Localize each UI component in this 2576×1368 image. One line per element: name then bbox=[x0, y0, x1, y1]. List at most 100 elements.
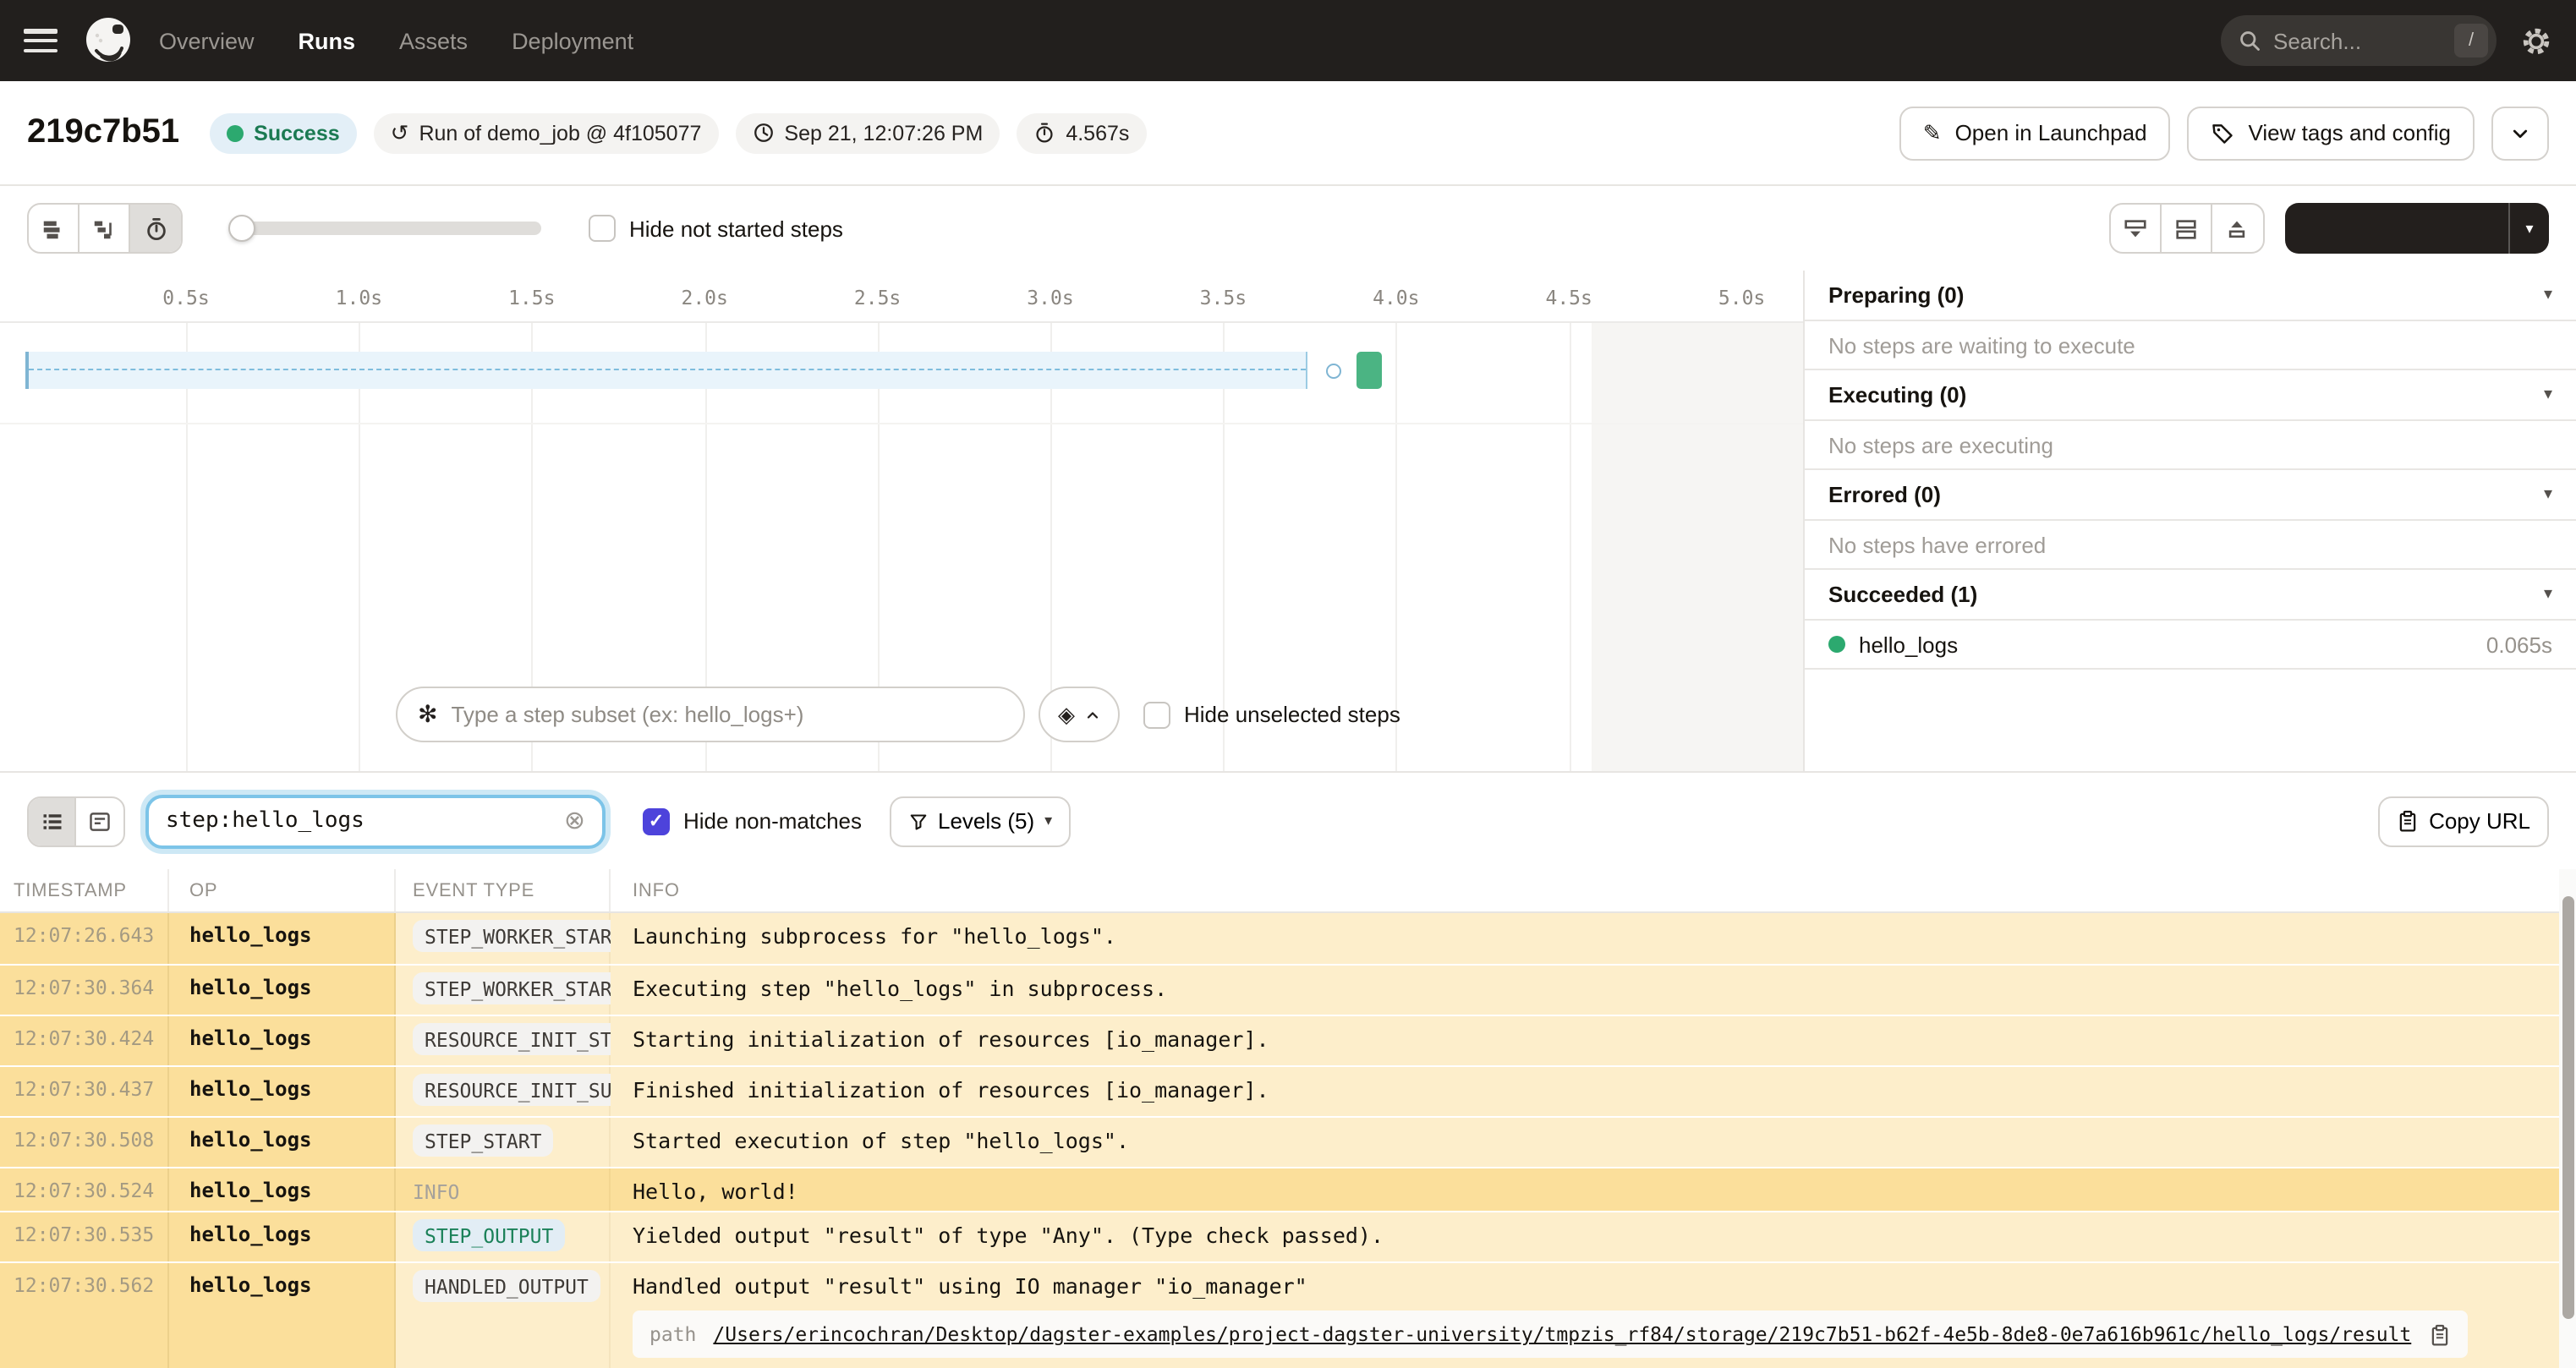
reexecute-dropdown-button[interactable]: ▾ bbox=[2508, 203, 2549, 254]
panel-step-row-hello_logs[interactable]: hello_logs 0.065s bbox=[1805, 621, 2576, 670]
dock-bottom-button[interactable] bbox=[2110, 205, 2162, 252]
dock-top-button[interactable] bbox=[2212, 205, 2262, 252]
step-subset-input[interactable] bbox=[451, 702, 1003, 727]
gantt-toolbar: Hide not started steps Re-exe bbox=[0, 186, 2576, 271]
log-rows: 12:07:26.643 hello_logs STEP_WORKER_STAR… bbox=[0, 913, 2576, 1368]
log-message: Yielded output "result" of type "Any". (… bbox=[633, 1223, 1384, 1248]
hide-non-matches-row[interactable]: ✓ Hide non-matches bbox=[643, 807, 862, 834]
gantt-step-bar-hello-logs[interactable] bbox=[1357, 352, 1382, 389]
reexecute-split-button: Re-execute all (*) ▾ bbox=[2284, 203, 2549, 254]
column-header-event-type[interactable]: EVENT TYPE bbox=[396, 869, 611, 911]
log-row[interactable]: 12:07:30.437 hello_logs RESOURCE_INIT_SU… bbox=[0, 1065, 2576, 1116]
panel-section-header-2[interactable]: Errored (0) ▾ bbox=[1805, 470, 2576, 521]
hamburger-menu-icon[interactable] bbox=[24, 29, 58, 52]
run-of-job-tag[interactable]: ↺ Run of demo_job @ 4f105077 bbox=[373, 112, 719, 153]
copy-path-icon[interactable] bbox=[2428, 1323, 2450, 1345]
view-tags-config-button[interactable]: View tags and config bbox=[2187, 106, 2475, 160]
axis-tick-label: 3.5s bbox=[1199, 286, 1247, 309]
clock-icon bbox=[754, 123, 773, 142]
reexecute-all-button[interactable]: Re-execute all (*) bbox=[2284, 203, 2508, 254]
event-type-badge: HANDLED_OUTPUT bbox=[413, 1270, 600, 1302]
view-mode-flat-button[interactable] bbox=[29, 205, 79, 252]
split-view-icon bbox=[2175, 219, 2195, 238]
run-header: 219c7b51 Success ↺ Run of demo_job @ 4f1… bbox=[0, 81, 2576, 186]
hide-not-started-checkbox-row[interactable]: Hide not started steps bbox=[589, 215, 843, 242]
log-row[interactable]: 12:07:30.424 hello_logs RESOURCE_INIT_ST… bbox=[0, 1015, 2576, 1065]
log-op: hello_logs bbox=[169, 913, 396, 964]
gantt-zoom-slider[interactable] bbox=[228, 215, 541, 242]
hide-unselected-checkbox-row[interactable]: Hide unselected steps bbox=[1143, 701, 1400, 728]
log-event-type: STEP_OUTPUT bbox=[396, 1212, 611, 1261]
log-event-type: HANDLED_OUTPUT bbox=[396, 1263, 611, 1368]
stopwatch-icon bbox=[146, 216, 165, 240]
collapse-caret-icon[interactable]: ▾ bbox=[2544, 286, 2552, 304]
log-op: hello_logs bbox=[169, 1212, 396, 1261]
structured-log-icon bbox=[90, 812, 110, 830]
copy-url-button[interactable]: Copy URL bbox=[2378, 796, 2549, 846]
log-row[interactable]: 12:07:30.508 hello_logs STEP_START Start… bbox=[0, 1116, 2576, 1167]
log-filter-input[interactable] bbox=[166, 808, 554, 834]
history-icon: ↺ bbox=[390, 119, 409, 145]
column-header-op[interactable]: OP bbox=[169, 869, 396, 911]
clear-filter-icon[interactable]: ⊗ bbox=[564, 808, 585, 834]
panel-section-header-3[interactable]: Succeeded (1) ▾ bbox=[1805, 570, 2576, 621]
log-row[interactable]: 12:07:30.364 hello_logs STEP_WORKER_STAR… bbox=[0, 964, 2576, 1015]
dock-bottom-icon bbox=[2124, 219, 2146, 237]
global-search-input[interactable]: Search... / bbox=[2221, 15, 2497, 66]
filter-funnel-icon bbox=[909, 813, 926, 829]
settings-button[interactable] bbox=[2520, 25, 2552, 57]
log-row[interactable]: 12:07:30.535 hello_logs STEP_OUTPUT Yiel… bbox=[0, 1211, 2576, 1261]
gear-icon bbox=[2523, 27, 2550, 54]
slider-track[interactable] bbox=[230, 222, 541, 235]
top-nav: Overview Runs Assets Deployment Search..… bbox=[0, 0, 2576, 81]
gantt-plot-area: ✻ ◈ Hide unselected steps bbox=[0, 323, 1803, 771]
chevron-down-icon: ▾ bbox=[1044, 812, 1053, 829]
nav-item-deployment[interactable]: Deployment bbox=[512, 28, 633, 53]
view-mode-waterfall-button[interactable] bbox=[79, 205, 130, 252]
eject-icon bbox=[2228, 220, 2245, 238]
view-mode-timed-button[interactable] bbox=[130, 205, 181, 252]
hide-not-started-checkbox[interactable] bbox=[589, 215, 616, 242]
gantt-view-mode-group bbox=[27, 203, 183, 254]
collapse-caret-icon[interactable]: ▾ bbox=[2544, 485, 2552, 504]
graph-query-toggle-button[interactable]: ◈ bbox=[1039, 687, 1120, 742]
clipboard-icon bbox=[2399, 810, 2416, 832]
status-dot-icon bbox=[227, 124, 244, 141]
gantt-chart: 0.5s 1.0s 1.5s 2.0s 2.5s 3.0s 3.5s 4.0s 4.5s 5.0s… bbox=[0, 271, 1803, 771]
log-event-type: RESOURCE_INIT_STAR… bbox=[396, 1016, 660, 1065]
scrollbar-thumb[interactable] bbox=[2562, 896, 2573, 1319]
search-shortcut-chip: / bbox=[2454, 24, 2488, 57]
log-timestamp: 12:07:30.424 bbox=[0, 1016, 169, 1065]
open-in-launchpad-button[interactable]: ✎ Open in Launchpad bbox=[1899, 106, 2171, 160]
log-row[interactable]: 12:07:30.562 hello_logs HANDLED_OUTPUT H… bbox=[0, 1261, 2576, 1368]
log-row[interactable]: 12:07:30.524 hello_logs INFO Hello, worl… bbox=[0, 1167, 2576, 1211]
nav-item-assets[interactable]: Assets bbox=[399, 28, 468, 53]
panel-section-header-1[interactable]: Executing (0) ▾ bbox=[1805, 370, 2576, 421]
levels-dropdown[interactable]: Levels (5) ▾ bbox=[889, 796, 1072, 846]
collapse-caret-icon[interactable]: ▾ bbox=[2544, 386, 2552, 404]
panel-empty-message: No steps have errored bbox=[1805, 521, 2576, 570]
nav-item-overview[interactable]: Overview bbox=[159, 28, 255, 53]
axis-tick-label: 4.5s bbox=[1545, 286, 1592, 309]
path-link[interactable]: /Users/erincochran/Desktop/dagster-examp… bbox=[713, 1322, 2411, 1346]
dagster-logo[interactable] bbox=[81, 14, 135, 68]
log-row[interactable]: 12:07:26.643 hello_logs STEP_WORKER_STAR… bbox=[0, 913, 2576, 964]
hide-unselected-checkbox[interactable] bbox=[1143, 701, 1170, 728]
nav-item-runs[interactable]: Runs bbox=[299, 28, 356, 53]
log-message: Executing step "hello_logs" in subproces… bbox=[633, 976, 1168, 1001]
log-view-raw-button[interactable] bbox=[76, 797, 123, 845]
column-header-timestamp[interactable]: TIMESTAMP bbox=[0, 869, 169, 911]
column-header-info[interactable]: INFO bbox=[611, 869, 2576, 911]
panel-section-header-0[interactable]: Preparing (0) ▾ bbox=[1805, 271, 2576, 321]
op-selector-icon: ✻ bbox=[418, 700, 438, 727]
run-id-title: 219c7b51 bbox=[27, 113, 180, 150]
split-view-button[interactable] bbox=[2161, 205, 2212, 252]
run-header-more-button[interactable] bbox=[2491, 106, 2549, 160]
axis-tick-label: 5.0s bbox=[1718, 286, 1766, 309]
hide-non-matches-checkbox[interactable]: ✓ bbox=[643, 807, 670, 834]
log-info: Hello, world! bbox=[611, 1168, 2576, 1211]
log-view-table-button[interactable] bbox=[29, 797, 76, 845]
slider-handle[interactable] bbox=[228, 215, 255, 242]
log-info: Finished initialization of resources [io… bbox=[611, 1067, 2576, 1116]
collapse-caret-icon[interactable]: ▾ bbox=[2544, 585, 2552, 604]
